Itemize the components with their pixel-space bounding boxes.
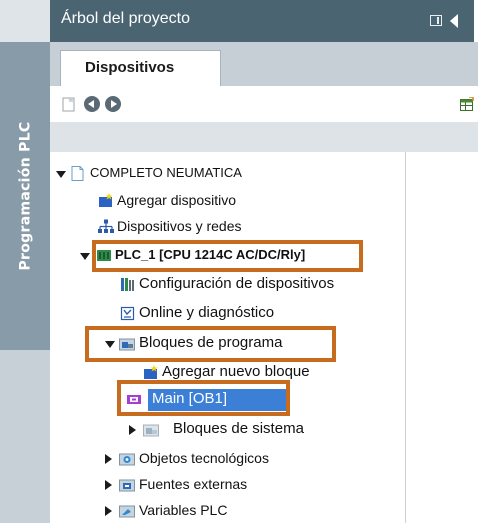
network-icon — [98, 219, 114, 233]
folder-icon — [119, 338, 135, 351]
tree-item-plc[interactable]: PLC_1 [CPU 1214C AC/DC/Rly] — [0, 243, 428, 269]
vertical-strip-top — [0, 0, 50, 42]
ob-block-icon — [127, 395, 141, 404]
tree-item-label: Agregar dispositivo — [117, 192, 237, 208]
expand-arrow-icon[interactable] — [105, 341, 115, 348]
expand-arrow-icon[interactable] — [105, 506, 112, 516]
expand-arrow-icon[interactable] — [80, 253, 90, 260]
tree-item-external-sources[interactable]: Fuentes externas — [0, 472, 428, 498]
expand-arrow-icon[interactable] — [105, 480, 112, 490]
online-diagnostic-icon — [120, 306, 135, 321]
tree-item-tech-objects[interactable]: Objetos tecnológicos — [0, 446, 428, 472]
project-tree-panel: Programación PLC Árbol del proyecto Disp… — [0, 0, 478, 523]
tree-item-label: Main [OB1] — [152, 390, 228, 407]
tree-toolbar — [50, 86, 478, 122]
panel-title-bar: Árbol del proyecto — [50, 0, 478, 42]
tree-item-program-blocks[interactable]: Bloques de programa — [0, 331, 428, 357]
tree-item-online-diagnostic[interactable]: Online y diagnóstico — [0, 301, 428, 327]
tree-item-device-config[interactable]: Configuración de dispositivos — [0, 272, 428, 298]
tree-item-label: Online y diagnóstico — [139, 304, 275, 321]
tree-item-label: Dispositivos y redes — [117, 218, 242, 234]
new-page-icon[interactable] — [62, 96, 76, 112]
tree-column-header — [50, 122, 478, 152]
device-config-icon — [121, 278, 134, 291]
back-icon[interactable] — [84, 96, 100, 112]
tree-item-label: Bloques de programa — [139, 334, 283, 351]
project-page-icon — [71, 166, 84, 181]
tree-item-label: COMPLETO NEUMATICA — [90, 165, 242, 180]
panel-title: Árbol del proyecto — [61, 10, 190, 27]
tree-item-label: PLC_1 [CPU 1214C AC/DC/Rly] — [115, 247, 306, 262]
collapse-left-icon[interactable] — [450, 14, 458, 28]
plc-icon — [97, 250, 111, 261]
forward-icon[interactable] — [105, 96, 121, 112]
expand-arrow-icon[interactable] — [56, 171, 66, 178]
tree-item-plc-variables[interactable]: Variables PLC — [0, 498, 428, 523]
tab-label: Dispositivos — [85, 59, 175, 76]
tree-item-label: Bloques de sistema — [173, 420, 304, 437]
external-sources-icon — [119, 479, 135, 492]
title-bar-edge — [474, 0, 478, 42]
plc-variables-icon — [119, 505, 135, 518]
tab-dispositivos[interactable]: Dispositivos — [60, 50, 221, 87]
add-block-icon — [144, 365, 158, 379]
add-device-icon — [99, 193, 113, 207]
tree-item-label: Agregar nuevo bloque — [162, 363, 310, 380]
table-icon[interactable] — [460, 97, 474, 111]
expand-arrow-icon[interactable] — [105, 454, 112, 464]
tree-item-system-blocks[interactable]: Bloques de sistema — [0, 417, 428, 443]
tree-item-label: Objetos tecnológicos — [139, 450, 269, 466]
tree-item-add-device[interactable]: Agregar dispositivo — [0, 188, 428, 214]
tree-item-label: Variables PLC — [139, 502, 228, 518]
tree-item-add-block[interactable]: Agregar nuevo bloque — [0, 360, 428, 386]
tree-item-label: Configuración de dispositivos — [139, 275, 335, 292]
layout-toggle-icon[interactable] — [430, 15, 442, 26]
tree-item-project[interactable]: COMPLETO NEUMATICA — [0, 161, 428, 187]
folder-icon — [143, 424, 159, 437]
expand-arrow-icon[interactable] — [129, 425, 136, 435]
tab-bar: Dispositivos — [50, 42, 478, 87]
tree-item-label: Fuentes externas — [139, 476, 248, 492]
tech-objects-icon — [119, 453, 135, 466]
tree-item-main-block[interactable]: Main [OB1] — [0, 387, 428, 413]
tree-item-devices-networks[interactable]: Dispositivos y redes — [0, 214, 428, 240]
